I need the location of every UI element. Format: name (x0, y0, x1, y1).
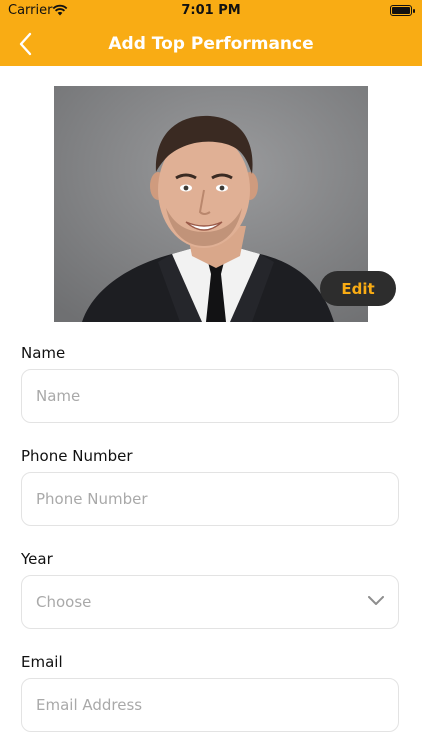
year-select[interactable]: Choose (21, 575, 399, 629)
chevron-down-icon (368, 596, 384, 605)
status-bar: Carrier 7:01 PM (0, 0, 422, 22)
year-label: Year (21, 550, 53, 568)
top-bar: Carrier 7:01 PM Add Top Performance (0, 0, 422, 66)
battery-icon (390, 5, 415, 16)
email-label: Email (21, 653, 63, 671)
status-time: 7:01 PM (181, 3, 241, 18)
edit-photo-button[interactable]: Edit (320, 271, 396, 306)
phone-input[interactable] (22, 473, 398, 525)
name-input[interactable] (22, 370, 398, 422)
phone-field-container (21, 472, 399, 526)
email-field-container (21, 678, 399, 732)
year-select-value: Choose (36, 593, 92, 611)
nav-bar: Add Top Performance (0, 22, 422, 66)
name-label: Name (21, 344, 66, 362)
email-input[interactable] (22, 679, 398, 731)
name-field-container (21, 369, 399, 423)
phone-label: Phone Number (21, 447, 133, 465)
page-title: Add Top Performance (108, 34, 314, 54)
